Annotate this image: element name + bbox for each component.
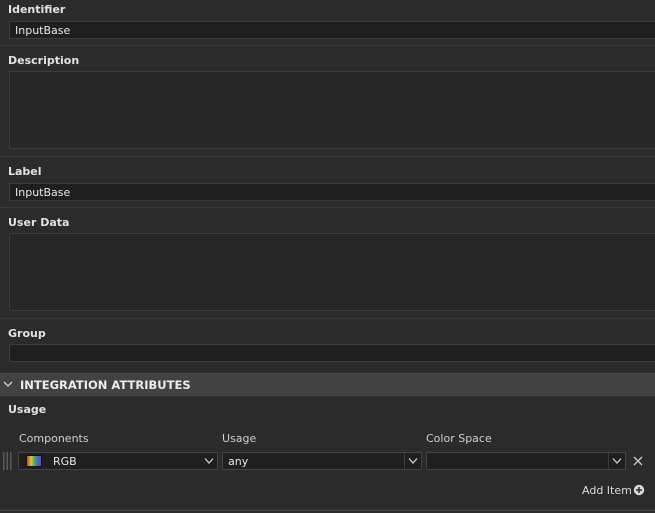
divider [608,453,609,469]
divider [0,510,655,511]
description-label: Description [8,54,80,67]
close-icon[interactable] [632,455,644,467]
divider [0,207,655,208]
usage-section-label: Usage [8,403,47,416]
section-title: INTEGRATION ATTRIBUTES [20,378,191,392]
color-space-dropdown[interactable] [426,452,626,470]
divider [0,318,655,319]
user-data-textarea[interactable] [9,233,655,311]
description-textarea[interactable] [9,71,655,149]
usage-column-header: Usage [222,432,257,445]
add-item-button[interactable]: Add Item [582,484,632,497]
integration-attributes-header[interactable]: INTEGRATION ATTRIBUTES [0,373,655,397]
properties-panel: Identifier InputBase Description Label I… [0,0,655,513]
usage-dropdown[interactable]: any [222,452,422,470]
components-dropdown[interactable]: RGB [18,452,218,470]
color-swatch-icon [26,455,42,467]
usage-value: any [228,455,249,468]
dropdown-arrow-icon [408,458,418,464]
divider [0,156,655,157]
components-value: RGB [53,455,77,468]
identifier-label: Identifier [8,3,66,16]
dropdown-arrow-icon [204,458,214,464]
add-circle-icon[interactable] [633,484,645,496]
label-label: Label [8,165,42,178]
identifier-field[interactable]: InputBase [9,21,655,39]
divider [404,453,405,469]
divider [0,45,655,46]
dropdown-arrow-icon [612,458,622,464]
user-data-label: User Data [8,216,70,229]
label-field[interactable]: InputBase [9,183,655,201]
chevron-down-icon[interactable] [3,379,13,389]
color-space-column-header: Color Space [426,432,492,445]
group-label: Group [8,327,46,340]
group-field[interactable] [9,344,655,362]
components-column-header: Components [19,432,89,445]
drag-handle-icon[interactable] [2,451,12,471]
